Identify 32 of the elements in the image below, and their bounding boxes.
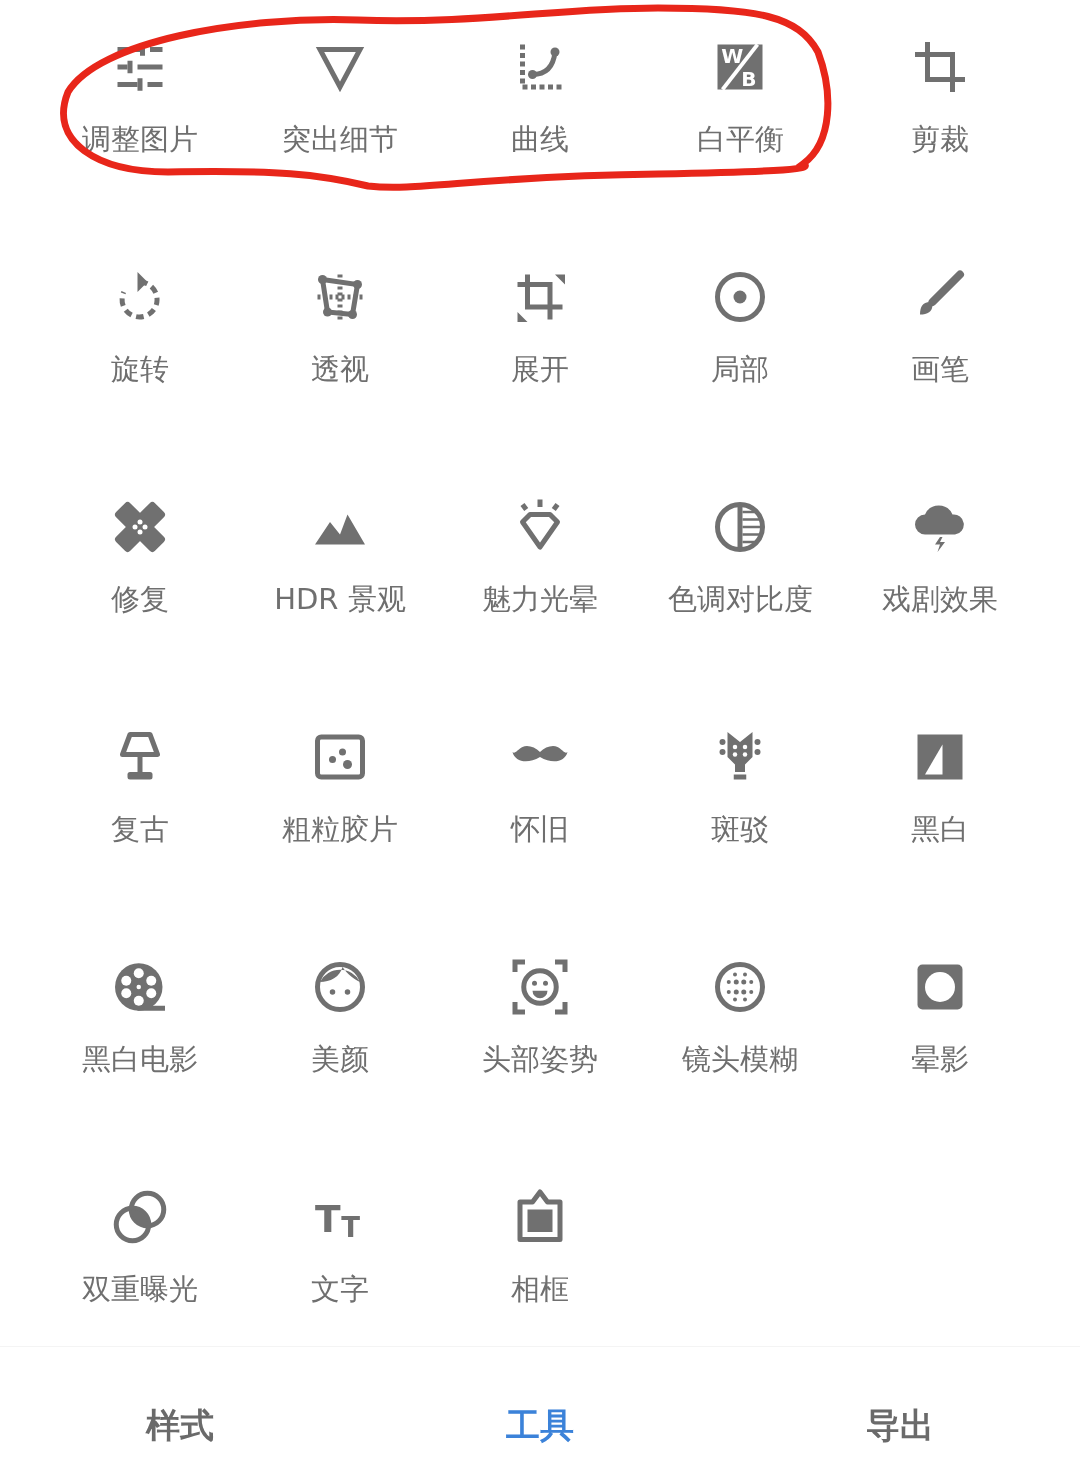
tool-label[interactable]: 晕影 (911, 1041, 969, 1077)
tool-label[interactable]: 复古 (111, 811, 169, 847)
nav-tab[interactable]: 样式 (138, 1399, 222, 1453)
tool-label[interactable]: 白平衡 (696, 121, 784, 157)
tool-label[interactable]: 透视 (311, 351, 369, 387)
tool-label[interactable]: 魅力光晕 (482, 581, 598, 617)
tool-label[interactable]: 展开 (511, 351, 569, 387)
tool-label[interactable]: 双重曝光 (82, 1271, 198, 1307)
tool-label[interactable]: 斑驳 (711, 811, 769, 847)
face-frame-icon[interactable] (510, 957, 570, 1017)
tool-label[interactable]: 剪裁 (911, 121, 969, 157)
tool-label[interactable]: 戏剧效果 (882, 581, 998, 617)
tool-label[interactable]: HDR 景观 (274, 581, 406, 617)
nav-tab[interactable]: 导出 (858, 1399, 942, 1453)
tool-label[interactable]: 黑白 (911, 811, 969, 847)
tool-label[interactable]: 相框 (511, 1271, 569, 1307)
tool-label[interactable]: 曲线 (511, 121, 569, 157)
tool-label[interactable]: 旋转 (111, 351, 169, 387)
tool-label[interactable]: 头部姿势 (482, 1041, 598, 1077)
tool-label[interactable]: 局部 (711, 351, 769, 387)
tool-label[interactable]: 美颜 (311, 1041, 369, 1077)
tool-label[interactable]: 色调对比度 (667, 581, 813, 617)
tool-label[interactable]: 文字 (311, 1271, 369, 1307)
tool-label[interactable]: 调整图片 (82, 121, 198, 157)
tool-label[interactable]: 画笔 (911, 351, 969, 387)
tool-label[interactable]: 镜头模糊 (682, 1041, 798, 1077)
tool-label[interactable]: 怀旧 (511, 811, 569, 847)
tool-label[interactable]: 黑白电影 (82, 1041, 198, 1077)
tool-label[interactable]: 修复 (111, 581, 169, 617)
nav-tab[interactable]: 工具 (498, 1399, 582, 1453)
tool-label[interactable]: 突出细节 (282, 121, 398, 157)
tool-label[interactable]: 粗粒胶片 (282, 811, 398, 847)
